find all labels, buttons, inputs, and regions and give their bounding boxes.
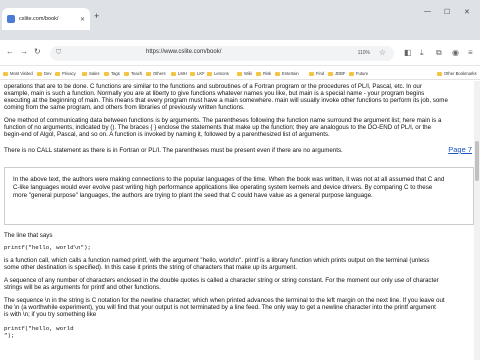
url-text: https://www.cslite.com/book/ bbox=[146, 49, 222, 55]
code-printf-broken-2: "); bbox=[4, 332, 15, 339]
browser-window: cslite.com/book/ ✕ + — ☐ ✕ ← → ↻ ⛉ https… bbox=[0, 0, 480, 360]
tab-title: cslite.com/book/ bbox=[19, 16, 59, 22]
page-content: operations that are to be done. C functi… bbox=[0, 81, 480, 360]
para-line-that-says: The line that says bbox=[4, 232, 53, 239]
para-newline-3: is with \n; if you try something like bbox=[4, 311, 97, 318]
bookmark-item[interactable]: Wiki bbox=[237, 69, 252, 78]
para-functions-4: coming from the same program, and others… bbox=[4, 104, 245, 111]
bookmark-item[interactable]: Privacy bbox=[55, 69, 76, 78]
maximize-icon[interactable]: ☐ bbox=[444, 8, 450, 16]
bookmark-item[interactable]: Find bbox=[309, 69, 324, 78]
bookmark-item[interactable]: Most Visited bbox=[3, 69, 33, 78]
forward-icon[interactable]: → bbox=[20, 47, 28, 56]
bookmark-item[interactable]: Sales bbox=[82, 69, 99, 78]
bookmark-item[interactable]: Tags bbox=[104, 69, 120, 78]
reload-icon[interactable]: ↻ bbox=[34, 47, 41, 56]
bookmark-item[interactable]: Others bbox=[146, 69, 166, 78]
minimize-icon[interactable]: — bbox=[424, 8, 431, 15]
video-frame: cslite.com/book/ ✕ + — ☐ ✕ ← → ↻ ⛉ https… bbox=[0, 0, 480, 360]
back-icon[interactable]: ← bbox=[6, 47, 14, 56]
note-line: more "general purpose" languages, the au… bbox=[13, 192, 373, 199]
close-window-icon[interactable]: ✕ bbox=[464, 8, 470, 16]
commentary-box: In the above text, the authors were maki… bbox=[4, 167, 474, 225]
bookmarks-bar: Most Visited Dev Privacy Sales Tags Teac… bbox=[0, 66, 480, 80]
page-7-link[interactable]: Page 7 bbox=[448, 146, 472, 154]
bookmark-item[interactable]: LKF bbox=[190, 69, 205, 78]
note-line: C-like languages would ever evolve past … bbox=[13, 184, 433, 191]
para-function-call-2: some other destination is specified). In… bbox=[4, 264, 298, 271]
code-printf: printf("hello, world\n"); bbox=[4, 244, 91, 251]
pocket-icon[interactable]: ◧ bbox=[404, 48, 412, 57]
bookmark-item[interactable]: Lemons bbox=[207, 69, 229, 78]
page-scrollbar[interactable] bbox=[474, 81, 480, 360]
para-string-2: strings will be as arguments for printf … bbox=[4, 284, 161, 291]
nav-toolbar: ← → ↻ ⛉ https://www.cslite.com/book/ 110… bbox=[0, 40, 480, 66]
para-arguments-3: begin-end of Algol, Pascal, and so on. A… bbox=[4, 131, 330, 138]
bookmark-item[interactable]: Future bbox=[349, 69, 368, 78]
account-icon[interactable]: ◉ bbox=[452, 48, 459, 57]
other-bookmarks[interactable]: Other Bookmarks bbox=[437, 69, 477, 78]
shield-icon: ⛉ bbox=[56, 49, 62, 56]
zoom-level[interactable]: 110% bbox=[358, 50, 370, 56]
extension-icon[interactable]: ⧉ bbox=[436, 48, 442, 58]
para-no-call: There is no CALL statement as there is i… bbox=[4, 147, 343, 154]
bookmark-item[interactable]: Dev bbox=[37, 69, 51, 78]
note-line: In the above text, the authors were maki… bbox=[13, 176, 445, 183]
bookmark-item[interactable]: Teach bbox=[124, 69, 142, 78]
bookmark-item[interactable]: LMH bbox=[171, 69, 187, 78]
download-icon[interactable]: ⤓ bbox=[420, 48, 424, 58]
new-tab-button[interactable]: + bbox=[94, 11, 99, 21]
bookmark-item[interactable]: JDBF bbox=[328, 69, 345, 78]
menu-icon[interactable]: ≡ bbox=[468, 48, 473, 57]
bookmark-star-icon[interactable]: ☆ bbox=[379, 48, 386, 57]
browser-tab[interactable]: cslite.com/book/ ✕ bbox=[2, 8, 90, 30]
close-tab-icon[interactable]: ✕ bbox=[80, 16, 85, 23]
bookmark-item[interactable]: Risk bbox=[256, 69, 271, 78]
address-bar[interactable]: ⛉ https://www.cslite.com/book/ 110% ☆ bbox=[50, 46, 394, 61]
scrollbar-thumb[interactable] bbox=[475, 141, 479, 181]
bookmark-item[interactable]: Entertain bbox=[275, 69, 299, 78]
tab-strip: cslite.com/book/ ✕ + — ☐ ✕ bbox=[0, 0, 480, 40]
favicon-icon bbox=[7, 15, 15, 23]
